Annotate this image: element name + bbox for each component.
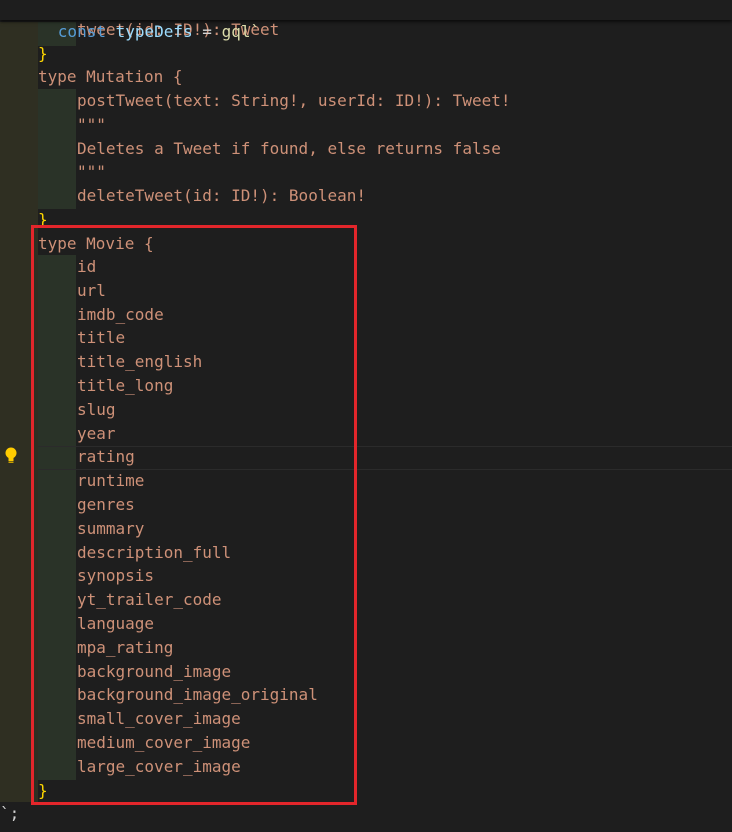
mutation-type-name: Mutation { (76, 67, 183, 86)
code-line[interactable]: Deletes a Tweet if found, else returns f… (77, 137, 501, 161)
code-editor[interactable]: const typeDefs = gql` tweet(id: ID!): Tw… (0, 0, 732, 832)
code-line[interactable]: """ (77, 160, 106, 184)
gql-tag: gql` (221, 22, 261, 41)
movie-type-highlight-box (31, 225, 357, 805)
code-line[interactable]: type Mutation { (38, 65, 183, 89)
code-line[interactable]: } (38, 42, 48, 66)
typedefs-identifier: typeDefs (115, 22, 193, 41)
type-keyword: type (38, 67, 77, 86)
code-line[interactable]: """ (77, 113, 106, 137)
code-line[interactable]: postTweet(text: String!, userId: ID!): T… (77, 89, 510, 113)
lightbulb-icon[interactable] (4, 447, 18, 465)
closing-brace: } (38, 44, 48, 63)
assign-operator: = (192, 22, 222, 41)
code-line[interactable]: `; (0, 802, 19, 826)
code-line[interactable]: deleteTweet(id: ID!): Boolean! (77, 184, 366, 208)
sticky-scroll-header[interactable]: const typeDefs = gql` (0, 0, 732, 41)
indent-guide (38, 89, 76, 209)
const-keyword: const (57, 22, 106, 41)
